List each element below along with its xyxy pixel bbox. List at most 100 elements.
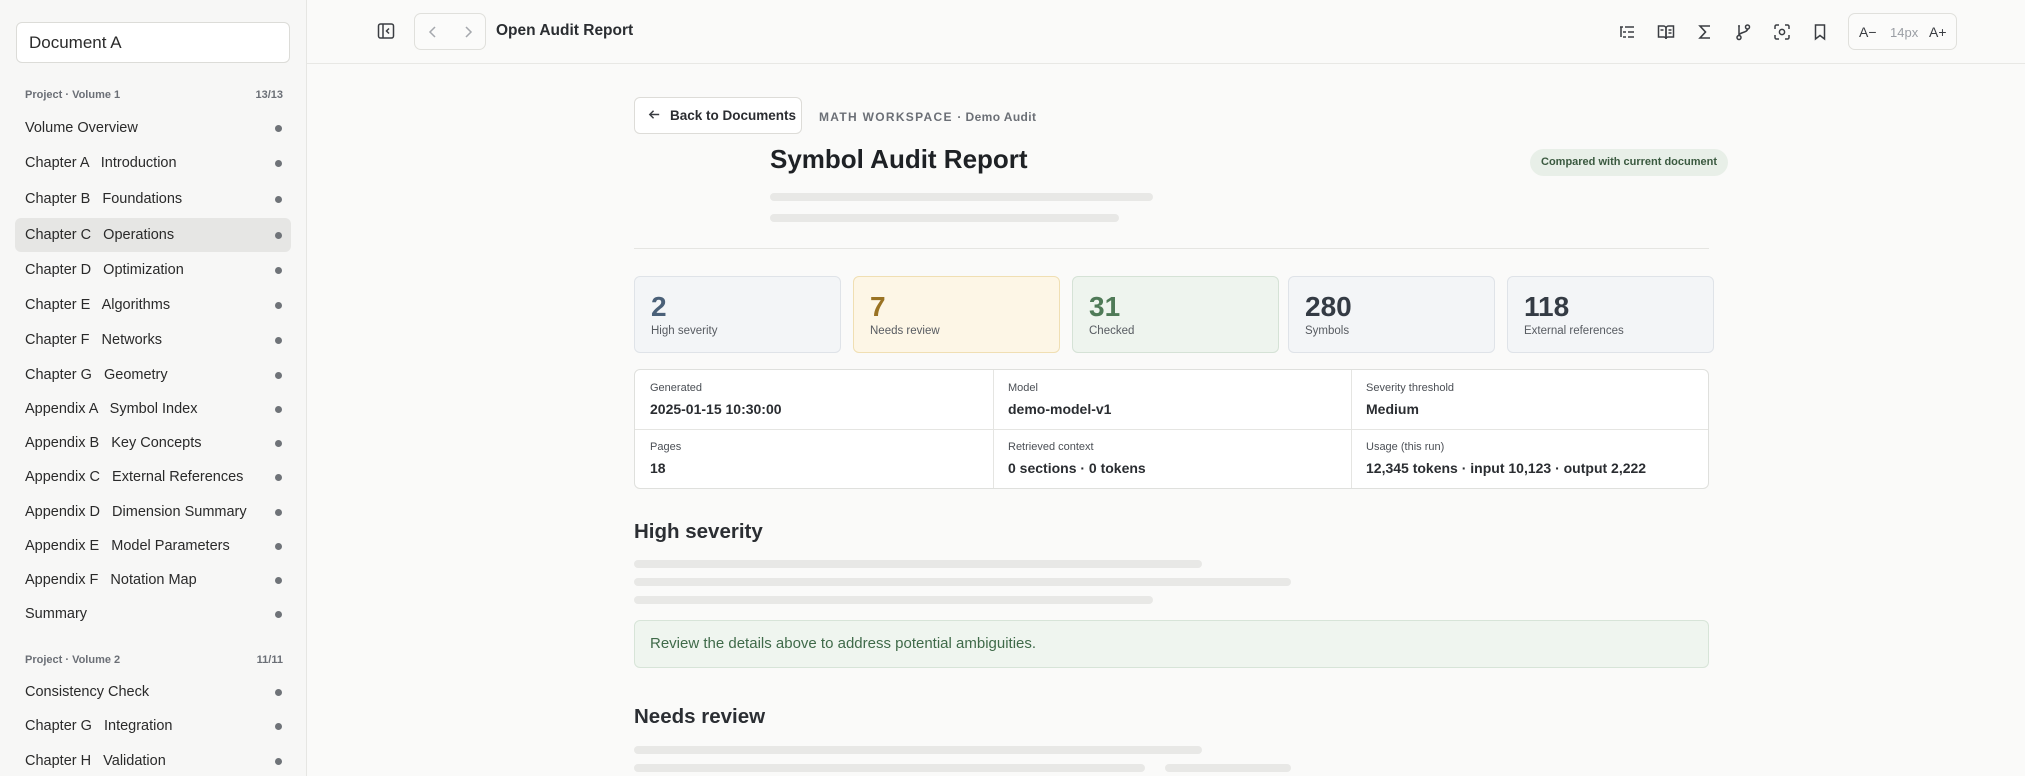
focus-icon[interactable]: [1766, 16, 1798, 48]
status-dot: [275, 758, 282, 765]
workspace-sub: · Demo Audit: [957, 110, 1037, 124]
sidebar-item-label: Chapter G Geometry: [25, 367, 168, 383]
sidebar-item-label: Chapter G Integration: [25, 718, 173, 734]
meta-generated: Generated 2025-01-15 10:30:00: [635, 370, 992, 429]
meta-key: Usage (this run): [1366, 441, 1445, 453]
meta-value: 18: [650, 460, 666, 476]
status-dot: [275, 196, 282, 203]
status-dot: [275, 611, 282, 618]
meta-value: Medium: [1366, 401, 1419, 417]
arrow-left-icon: [647, 107, 662, 125]
stat-card-high-severity: 2 High severity: [634, 276, 841, 353]
status-dot: [275, 302, 282, 309]
stat-label: Symbols: [1305, 325, 1350, 337]
document-selector[interactable]: Document A: [16, 22, 290, 63]
section-heading-needs-review: Needs review: [634, 705, 766, 728]
sidebar-item-chapter-g[interactable]: Chapter G Geometry: [15, 358, 291, 392]
loading-skeleton: [770, 214, 1119, 222]
sidebar-item-label: Appendix B Key Concepts: [25, 435, 202, 451]
font-increase-button[interactable]: A+: [1929, 24, 1947, 40]
sidebar-item-volume-overview[interactable]: Volume Overview: [15, 111, 291, 145]
sidebar-item-chapter-h[interactable]: Chapter H Validation: [15, 744, 291, 776]
status-dot: [275, 689, 282, 696]
page-title: Open Audit Report: [496, 22, 634, 39]
sidebar-item-appendix-b[interactable]: Appendix B Key Concepts: [15, 426, 291, 460]
loading-skeleton: [770, 193, 1153, 201]
meta-retrieved-context: Retrieved context 0 sections · 0 tokens: [993, 429, 1350, 488]
sigma-icon[interactable]: [1689, 16, 1721, 48]
sidebar-item-chapter-a[interactable]: Chapter A Introduction: [15, 146, 291, 180]
font-decrease-button[interactable]: A−: [1859, 24, 1877, 40]
stat-card-needs-review: 7 Needs review: [853, 276, 1060, 353]
status-dot: [275, 577, 282, 584]
sidebar-item-appendix-c[interactable]: Appendix C External References: [15, 460, 291, 494]
loading-skeleton: [634, 764, 1145, 772]
meta-value: 12,345 tokens · input 10,123 · output 2,…: [1366, 460, 1647, 476]
sidebar-item-summary[interactable]: Summary: [15, 597, 291, 631]
loading-skeleton: [634, 560, 1202, 568]
sidebar-item-label: Consistency Check: [25, 684, 150, 700]
sidebar-item-chapter-f[interactable]: Chapter F Networks: [15, 323, 291, 357]
sidebar-item-label: Appendix C External References: [25, 469, 244, 485]
sidebar-item-label: Chapter E Algorithms: [25, 297, 171, 313]
chevron-right-icon[interactable]: [450, 14, 485, 49]
meta-key: Severity threshold: [1366, 382, 1455, 394]
back-to-documents-label: Back to Documents: [670, 108, 797, 123]
sidebar-item-chapter-b[interactable]: Chapter B Foundations: [15, 182, 291, 216]
outline-list-icon[interactable]: [1611, 16, 1643, 48]
report-title: Symbol Audit Report: [770, 144, 1028, 174]
review-notice: Review the details above to address pote…: [634, 620, 1709, 668]
sidebar-item-label: Appendix A Symbol Index: [25, 401, 198, 417]
stat-value: 31: [1089, 291, 1121, 322]
divider: [634, 248, 1709, 249]
meta-model: Model demo-model-v1: [993, 370, 1350, 429]
status-dot: [275, 406, 282, 413]
sidebar-item-chapter-d[interactable]: Chapter D Optimization: [15, 253, 291, 287]
branch-icon[interactable]: [1727, 16, 1759, 48]
meta-key: Generated: [650, 382, 702, 394]
status-dot: [275, 232, 282, 239]
status-dot: [275, 440, 282, 447]
sidebar-toggle-icon[interactable]: [370, 15, 402, 47]
book-open-icon[interactable]: [1650, 16, 1682, 48]
sidebar-item-label: Chapter F Networks: [25, 332, 162, 348]
sidebar-item-appendix-f[interactable]: Appendix F Notation Map: [15, 563, 291, 597]
sidebar-item-label: Chapter A Introduction: [25, 155, 177, 171]
sidebar-item-label: Appendix E Model Parameters: [25, 538, 230, 554]
sidebar-item-appendix-a[interactable]: Appendix A Symbol Index: [15, 392, 291, 426]
status-dot: [275, 337, 282, 344]
history-nav: [414, 13, 486, 50]
status-dot: [275, 372, 282, 379]
sidebar-item-appendix-e[interactable]: Appendix E Model Parameters: [15, 529, 291, 563]
status-dot: [275, 160, 282, 167]
sidebar-item-consistency-check[interactable]: Consistency Check: [15, 675, 291, 709]
sidebar: Document A Project · Volume 1 13/13 Volu…: [0, 0, 307, 776]
status-dot: [275, 723, 282, 730]
loading-skeleton: [1165, 764, 1291, 772]
meta-pages: Pages 18: [635, 429, 992, 488]
sidebar-item-chapter-g-integration[interactable]: Chapter G Integration: [15, 709, 291, 743]
meta-key: Retrieved context: [1008, 441, 1094, 453]
status-dot: [275, 509, 282, 516]
status-dot: [275, 267, 282, 274]
sidebar-item-appendix-d[interactable]: Appendix D Dimension Summary: [15, 495, 291, 529]
stat-card-symbols: 280 Symbols: [1288, 276, 1495, 353]
status-dot: [275, 125, 282, 132]
meta-value: demo-model-v1: [1008, 401, 1112, 417]
bookmark-icon[interactable]: [1804, 16, 1836, 48]
section-count: 13/13: [255, 89, 283, 101]
compare-badge: Compared with current document: [1530, 149, 1729, 176]
sidebar-item-label: Volume Overview: [25, 120, 138, 136]
sidebar-item-label: Summary: [25, 606, 88, 622]
sidebar-item-chapter-c[interactable]: Chapter C Operations: [15, 218, 291, 252]
status-dot: [275, 474, 282, 481]
sidebar-item-chapter-e[interactable]: Chapter E Algorithms: [15, 288, 291, 322]
meta-key: Pages: [650, 441, 682, 453]
meta-value: 0 sections · 0 tokens: [1008, 460, 1146, 476]
chevron-left-icon[interactable]: [415, 14, 450, 49]
meta-value: 2025-01-15 10:30:00: [650, 401, 782, 417]
workspace-label: MATH WORKSPACE · Demo Audit: [819, 110, 1036, 124]
stat-value: 2: [651, 291, 667, 322]
loading-skeleton: [634, 746, 1202, 754]
back-to-documents-button[interactable]: Back to Documents: [634, 97, 802, 134]
